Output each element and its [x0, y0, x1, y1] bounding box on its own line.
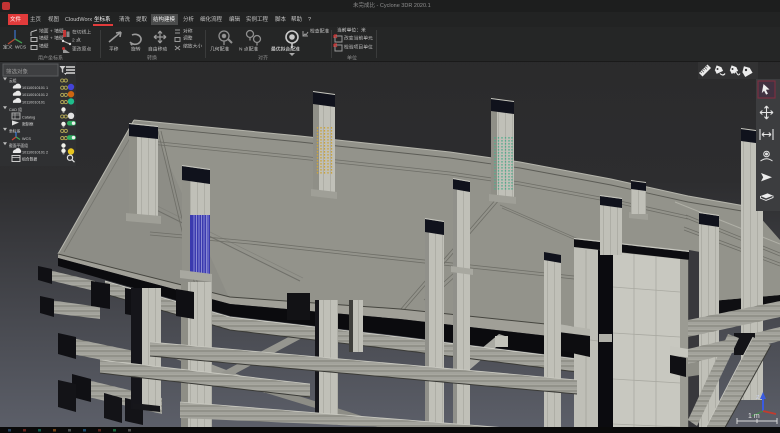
svg-text:Catalog: Catalog [22, 115, 35, 119]
svg-text:组合数据: 组合数据 [22, 157, 37, 162]
svg-text:10110010101: 10110010101 [22, 100, 45, 104]
svg-text:WCS: WCS [22, 137, 31, 141]
svg-text:限制框: 限制框 [22, 122, 34, 127]
svg-text:z: z [756, 394, 760, 401]
svg-text:坐标系: 坐标系 [9, 129, 21, 134]
svg-text:10110010101 2: 10110010101 2 [22, 151, 48, 155]
svg-text:CAD 组: CAD 组 [9, 107, 22, 112]
svg-text:1 m: 1 m [748, 413, 760, 420]
svg-text:10110010101 1: 10110010101 1 [22, 86, 48, 90]
svg-text:截面平面组: 截面平面组 [9, 143, 28, 148]
svg-text:云组: 云组 [9, 78, 17, 83]
svg-text:10110010101 2: 10110010101 2 [22, 93, 48, 97]
